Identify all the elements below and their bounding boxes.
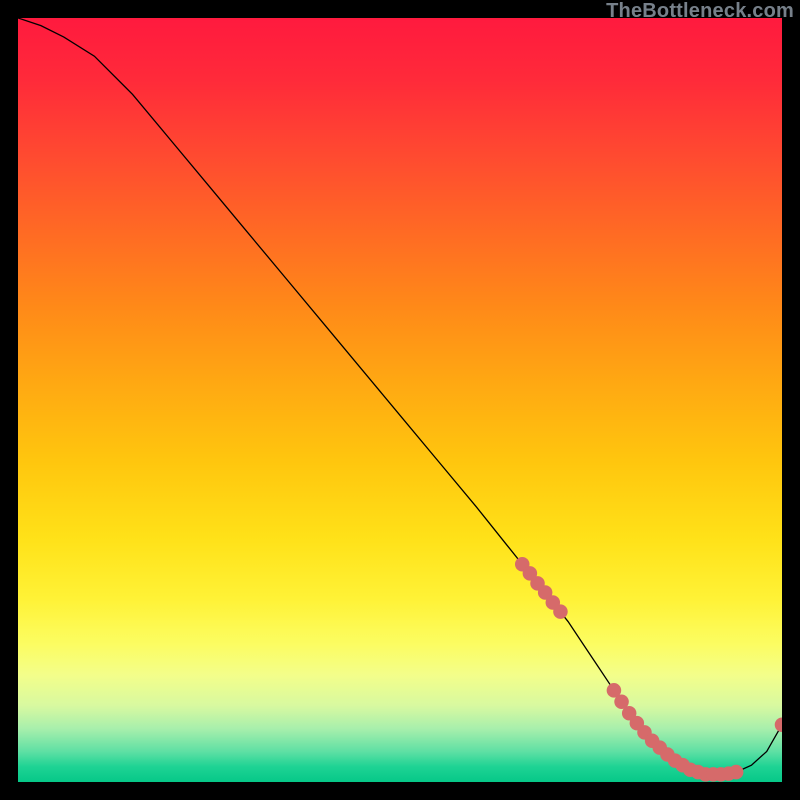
marker-group (515, 557, 782, 782)
data-marker (729, 765, 744, 780)
curve-layer (18, 18, 782, 782)
data-marker (775, 717, 782, 732)
data-marker (553, 604, 568, 619)
chart-container: TheBottleneck.com (0, 0, 800, 800)
plot-area (18, 18, 782, 782)
curve-path (18, 18, 782, 774)
